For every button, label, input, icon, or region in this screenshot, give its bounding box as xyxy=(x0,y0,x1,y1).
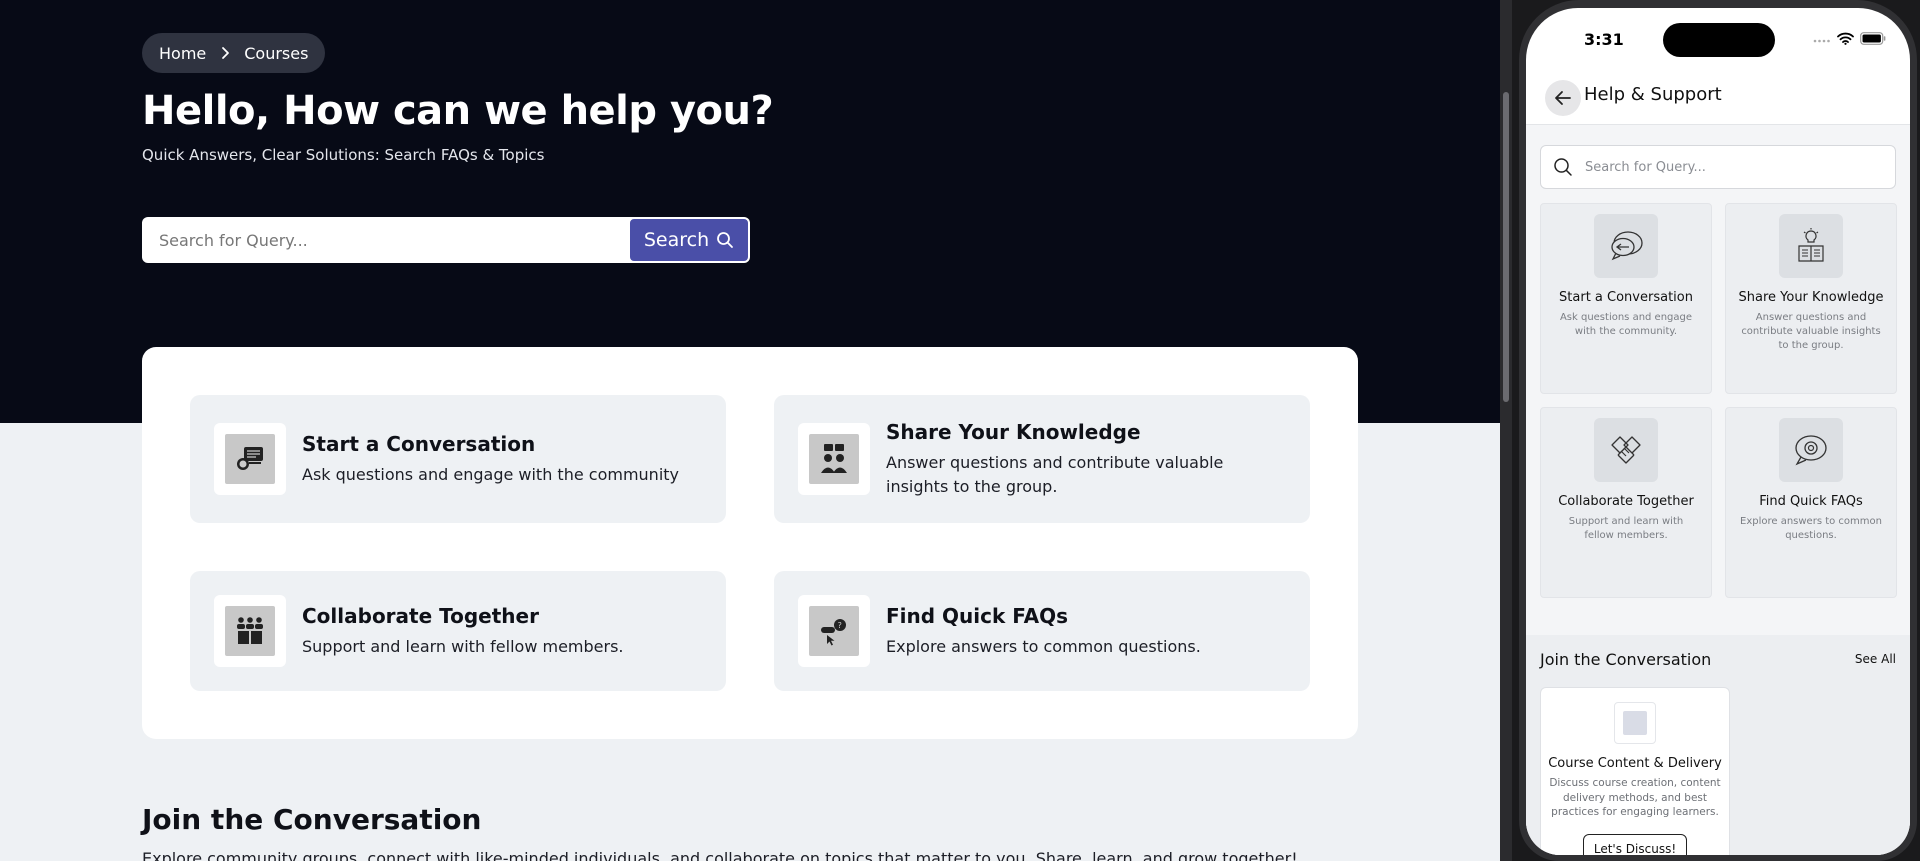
phone-join-section: Join the Conversation See All Course Con… xyxy=(1526,635,1910,855)
phone-screen: 3:31 Help & Support Start a Conversation… xyxy=(1526,8,1910,855)
chat-bubble-icon xyxy=(1594,214,1658,278)
feature-icon-box xyxy=(214,423,286,495)
join-section-title: Join the Conversation xyxy=(142,803,482,836)
status-time: 3:31 xyxy=(1584,30,1624,49)
phone-card-title: Find Quick FAQs xyxy=(1759,494,1863,509)
feature-title: Start a Conversation xyxy=(302,431,536,456)
phone-join-title: Join the Conversation xyxy=(1540,650,1712,669)
wifi-icon xyxy=(1837,32,1854,45)
breadcrumb: Home Courses xyxy=(142,33,326,73)
collaborate-icon xyxy=(225,606,275,656)
search-bar: Search xyxy=(142,217,750,263)
search-button[interactable]: Search xyxy=(629,218,749,262)
phone-card-desc: Ask questions and engage with the commun… xyxy=(1559,312,1693,337)
phone-search-input[interactable] xyxy=(1585,159,1875,175)
phone-card-desc: Explore answers to common questions. xyxy=(1740,516,1882,541)
feature-card-collaborate[interactable]: Collaborate Together Support and learn w… xyxy=(190,571,726,691)
back-button[interactable] xyxy=(1545,80,1581,116)
search-button-label: Search xyxy=(643,229,710,251)
page-title: Hello, How can we help you? xyxy=(142,88,774,134)
feature-title: Share Your Knowledge xyxy=(886,419,1141,444)
feature-title: Find Quick FAQs xyxy=(886,603,1069,628)
feature-icon-box xyxy=(798,423,870,495)
feature-desc: Ask questions and engage with the commun… xyxy=(302,464,679,484)
join-section-subtitle: Explore community groups, connect with l… xyxy=(142,849,1298,861)
chevron-right-icon xyxy=(222,47,230,59)
course-card[interactable]: Course Content & Delivery Discuss course… xyxy=(1540,687,1730,855)
feature-desc: Answer questions and contribute valuable… xyxy=(886,452,1224,496)
search-icon xyxy=(717,232,734,248)
feature-desc: Explore answers to common questions. xyxy=(886,636,1201,656)
phone-card-collaborate[interactable]: Collaborate Together Support and learn w… xyxy=(1540,407,1712,598)
feature-card-find-faqs[interactable]: ? Find Quick FAQs Explore answers to com… xyxy=(774,571,1310,691)
signal-icon xyxy=(1813,39,1830,42)
course-title: Course Content & Delivery xyxy=(1548,756,1722,771)
dynamic-island xyxy=(1663,23,1775,57)
phone-card-desc: Support and learn with fellow members. xyxy=(1568,516,1684,541)
feature-icon-box xyxy=(214,595,286,667)
feature-card-start-conversation[interactable]: Start a Conversation Ask questions and e… xyxy=(190,395,726,523)
page-subtitle: Quick Answers, Clear Solutions: Search F… xyxy=(142,146,545,164)
phone-content: Start a Conversation Ask questions and e… xyxy=(1526,125,1910,855)
lets-discuss-button[interactable]: Let's Discuss! xyxy=(1583,833,1687,855)
search-input[interactable] xyxy=(142,217,629,263)
page-scrollbar-thumb[interactable] xyxy=(1503,92,1509,402)
faq-bubble-icon xyxy=(1779,418,1843,482)
arrow-left-icon xyxy=(1555,91,1571,105)
web-page: Home Courses Hello, How can we help you?… xyxy=(0,0,1500,861)
phone-card-title: Share Your Knowledge xyxy=(1738,290,1884,305)
conversation-icon xyxy=(225,434,275,484)
battery-icon xyxy=(1860,32,1886,45)
feature-desc: Support and learn with fellow members. xyxy=(302,636,624,656)
knowledge-icon xyxy=(809,434,859,484)
handshake-icon xyxy=(1594,418,1658,482)
phone-card-start-conversation[interactable]: Start a Conversation Ask questions and e… xyxy=(1540,203,1712,394)
feature-icon-box: ? xyxy=(798,595,870,667)
phone-card-title: Collaborate Together xyxy=(1558,494,1694,509)
phone-search-bar xyxy=(1540,145,1896,189)
feature-title: Collaborate Together xyxy=(302,603,539,628)
faq-icon: ? xyxy=(809,606,859,656)
search-icon xyxy=(1554,158,1572,176)
feature-panel: Start a Conversation Ask questions and e… xyxy=(142,347,1358,739)
phone-card-share-knowledge[interactable]: Share Your Knowledge Answer questions an… xyxy=(1725,203,1897,394)
see-all-link[interactable]: See All xyxy=(1855,652,1896,666)
lightbulb-book-icon xyxy=(1779,214,1843,278)
phone-card-desc: Answer questions and contribute valuable… xyxy=(1741,312,1881,351)
course-desc: Discuss course creation, content deliver… xyxy=(1549,777,1721,818)
status-icons xyxy=(1813,32,1886,45)
course-icon xyxy=(1614,702,1656,744)
phone-card-find-faqs[interactable]: Find Quick FAQs Explore answers to commo… xyxy=(1725,407,1897,598)
breadcrumb-current: Courses xyxy=(244,43,309,63)
phone-card-title: Start a Conversation xyxy=(1559,290,1693,305)
feature-card-share-knowledge[interactable]: Share Your Knowledge Answer questions an… xyxy=(774,395,1310,523)
breadcrumb-home-link[interactable]: Home xyxy=(159,44,206,63)
svg-text:?: ? xyxy=(838,621,842,630)
phone-header-title: Help & Support xyxy=(1584,84,1722,105)
